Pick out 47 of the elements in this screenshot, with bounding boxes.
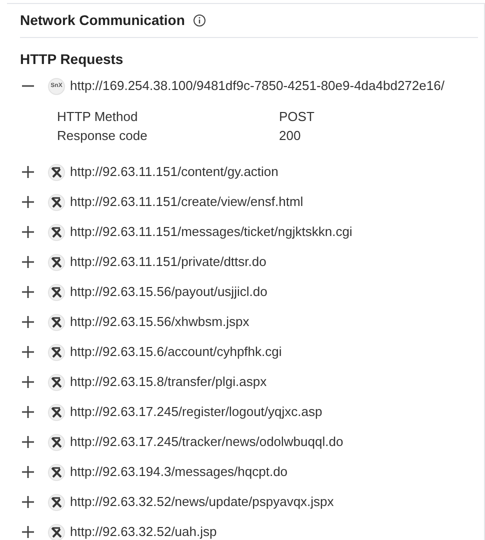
expand-icon[interactable]: [21, 225, 35, 239]
info-icon[interactable]: [192, 14, 206, 27]
expand-icon[interactable]: [21, 525, 35, 539]
expand-icon[interactable]: [21, 465, 35, 479]
detail-value: 200: [279, 126, 301, 145]
url-link[interactable]: http://92.63.194.3/messages/hqcpt.do: [70, 462, 288, 482]
detail-label: HTTP Method: [57, 108, 139, 126]
logo-icon: [48, 284, 65, 300]
url-link[interactable]: http://92.63.15.8/transfer/plgi.aspx: [70, 372, 267, 392]
logo-icon: [48, 464, 65, 480]
logo-icon: [48, 494, 65, 510]
url-link[interactable]: http://92.63.15.6/account/cyhpfhk.cgi: [70, 342, 282, 362]
group-title: HTTP Requests: [20, 50, 124, 69]
logo-icon: [48, 404, 65, 420]
section-title: Network Communication: [20, 11, 185, 30]
logo-icon: [48, 344, 65, 360]
expand-icon[interactable]: [21, 345, 35, 359]
url-link[interactable]: http://92.63.15.56/payout/usjjicl.do: [70, 282, 268, 302]
expand-icon[interactable]: [21, 255, 35, 269]
url-link[interactable]: http://92.63.17.245/tracker/news/odolwbuqql.do: [70, 432, 344, 452]
logo-icon: [48, 194, 65, 210]
logo-icon: [48, 224, 65, 240]
logo-icon: [48, 254, 65, 270]
logo-icon: [48, 164, 65, 180]
url-link[interactable]: http://92.63.11.151/content/gy.action: [70, 162, 278, 182]
url-link[interactable]: http://92.63.32.52/news/update/pspyavqx.jspx: [70, 492, 334, 512]
expand-icon[interactable]: [21, 285, 35, 299]
logo-icon: [48, 374, 65, 390]
expand-icon[interactable]: [21, 435, 35, 449]
expand-icon[interactable]: [21, 375, 35, 389]
logo-icon: [48, 524, 65, 540]
expand-icon[interactable]: [21, 165, 35, 179]
detail-label: Response code: [57, 126, 148, 145]
url-link[interactable]: http://92.63.11.151/create/view/ensf.html: [70, 192, 304, 212]
expand-icon[interactable]: [21, 495, 35, 509]
expand-icon[interactable]: [21, 195, 35, 209]
url-link[interactable]: http://92.63.32.52/uah.jsp: [70, 522, 217, 540]
url-link[interactable]: http://169.254.38.100/9481df9c-7850-4251-80e9-4da4bd272e16/: [70, 76, 444, 96]
expand-icon[interactable]: [21, 405, 35, 419]
logo-icon: [48, 314, 65, 330]
logo-icon: [48, 434, 65, 450]
url-link[interactable]: http://92.63.15.56/xhwbsm.jspx: [70, 312, 250, 332]
expand-icon[interactable]: [21, 315, 35, 329]
url-link[interactable]: http://92.63.17.245/register/logout/yqjxc.asp: [70, 402, 322, 422]
url-link[interactable]: http://92.63.11.151/messages/ticket/ngjktskkn.cgi: [70, 222, 352, 242]
detail-value: POST: [279, 108, 314, 126]
url-link[interactable]: http://92.63.11.151/private/dttsr.do: [70, 252, 266, 272]
